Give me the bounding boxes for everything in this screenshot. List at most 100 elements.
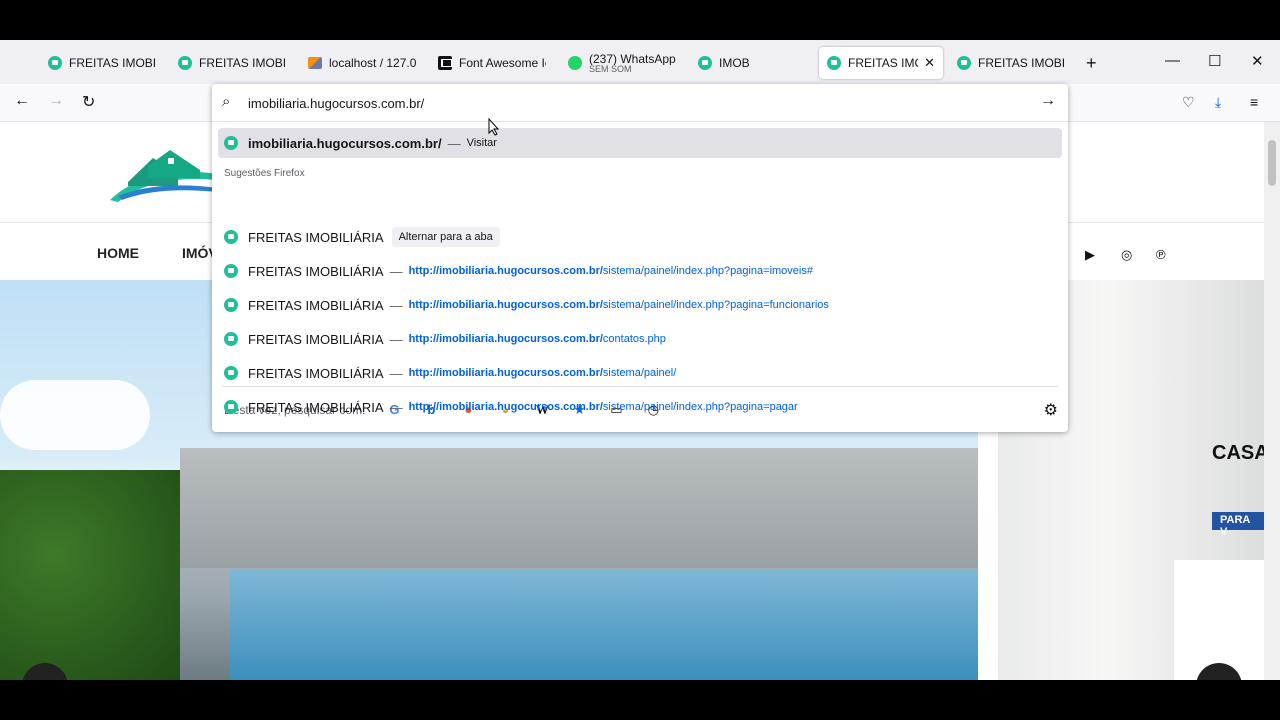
result-url: http://imobiliaria.hugocursos.com.br/sis… xyxy=(409,367,677,379)
result-title: FREITAS IMOBILIÁRIA xyxy=(248,229,384,245)
tab-freitas-3[interactable]: FREITAS IMOBILIÁ xyxy=(949,47,1073,79)
tab-label: FREITAS IMOBIL xyxy=(848,56,918,70)
result-suggestion[interactable]: FREITAS IMOBILIÁRIA — http://imobiliaria… xyxy=(218,256,1062,286)
result-url: http://imobiliaria.hugocursos.com.br/sis… xyxy=(409,401,798,413)
minimize-icon[interactable]: — xyxy=(1165,52,1180,69)
house-icon xyxy=(224,264,238,278)
close-tab-icon[interactable]: ✕ xyxy=(924,55,935,71)
sea-view xyxy=(230,570,978,680)
result-url: http://imobiliaria.hugocursos.com.br/sis… xyxy=(409,265,813,277)
result-title: FREITAS IMOBILIÁRIA xyxy=(248,365,384,381)
url-path: contatos.php xyxy=(602,333,666,345)
tab-freitas-active[interactable]: FREITAS IMOBIL ✕ xyxy=(819,47,943,79)
result-url: http://imobiliaria.hugocursos.com.br/con… xyxy=(409,333,666,345)
tab-strip: FREITAS IMOBILIÁ FREITAS IMOBILIÁ localh… xyxy=(0,40,1280,84)
house-icon xyxy=(48,56,62,70)
house-icon xyxy=(178,56,192,70)
house-icon xyxy=(224,136,238,150)
url-host: http://imobiliaria.hugocursos.com.br/ xyxy=(408,265,603,277)
tab-label: FREITAS IMOBILIÁ xyxy=(69,56,156,70)
suggestions-heading: Sugestões Firefox xyxy=(224,168,305,179)
result-title: FREITAS IMOBILIÁRIA xyxy=(248,263,384,279)
url-input-value[interactable]: imobiliaria.hugocursos.com.br/ xyxy=(248,96,424,111)
house-icon xyxy=(224,298,238,312)
page-scrollbar[interactable] xyxy=(1264,122,1280,680)
house-icon xyxy=(224,366,238,380)
result-suggestion[interactable]: FREITAS IMOBILIÁRIA — http://imobiliaria… xyxy=(218,358,1062,388)
result-title: FREITAS IMOBILIÁRIA xyxy=(248,297,384,313)
building-wall xyxy=(180,448,978,568)
result-action: Visitar xyxy=(466,137,497,149)
result-switch-tab[interactable]: FREITAS IMOBILIÁRIA Alternar para a aba xyxy=(218,222,1062,252)
separator: — xyxy=(447,135,461,151)
pocket-icon[interactable]: ♡ xyxy=(1182,94,1195,111)
house-icon xyxy=(698,56,712,70)
search-icon: ⌕ xyxy=(222,93,231,110)
tab-muted-label: SEM SOM xyxy=(589,63,632,74)
result-title: FREITAS IMOBILIÁRIA xyxy=(248,331,384,347)
tab-freitas-2[interactable]: FREITAS IMOBILIÁ xyxy=(170,47,294,79)
side-slide-title: CASA xyxy=(1212,442,1269,464)
maximize-icon[interactable]: ☐ xyxy=(1208,52,1221,70)
separator: — xyxy=(389,297,403,313)
url-path: sistema/painel/index.php?pagina=pagar xyxy=(602,401,798,413)
phpmyadmin-icon xyxy=(308,57,322,69)
separator: — xyxy=(389,331,403,347)
tab-label: Font Awesome Ico xyxy=(459,56,546,70)
scrollbar-thumb[interactable] xyxy=(1268,140,1276,186)
browser-window: FREITAS IMOBILIÁ FREITAS IMOBILIÁ localh… xyxy=(0,40,1280,680)
tab-imob[interactable]: IMOB xyxy=(690,47,814,79)
new-tab-icon[interactable]: + xyxy=(1086,53,1097,74)
url-path: sistema/painel/index.php?pagina=imoveis# xyxy=(602,265,813,277)
site-logo[interactable] xyxy=(108,144,218,204)
tab-localhost[interactable]: localhost / 127.0.0 xyxy=(300,47,424,79)
result-suggestion[interactable]: FREITAS IMOBILIÁRIA — http://imobiliaria… xyxy=(218,290,1062,320)
result-title: imobiliaria.hugocursos.com.br/ xyxy=(248,135,442,151)
url-path: sistema/painel/index.php?pagina=funciona… xyxy=(602,299,829,311)
side-slide-badge: PARA V xyxy=(1212,512,1264,538)
separator: — xyxy=(389,399,403,415)
house-icon xyxy=(827,56,841,70)
fontawesome-icon xyxy=(438,56,452,70)
forward-icon[interactable]: → xyxy=(48,92,64,110)
urlbar-dropdown: ⌕ imobiliaria.hugocursos.com.br/ → imobi… xyxy=(212,84,1068,432)
whatsapp-icon xyxy=(568,56,582,70)
switch-to-tab-chip[interactable]: Alternar para a aba xyxy=(391,227,500,247)
tab-label: FREITAS IMOBILIÁ xyxy=(978,56,1065,70)
tab-font-awesome[interactable]: Font Awesome Ico xyxy=(430,47,554,79)
separator: — xyxy=(389,263,403,279)
youtube-icon[interactable]: ▶ xyxy=(1085,247,1095,263)
url-host: http://imobiliaria.hugocursos.com.br/ xyxy=(408,401,603,413)
instagram-icon[interactable]: ◎ xyxy=(1121,247,1132,263)
house-icon xyxy=(224,230,238,244)
separator: — xyxy=(389,365,403,381)
close-window-icon[interactable]: ✕ xyxy=(1251,52,1264,70)
result-suggestion[interactable]: FREITAS IMOBILIÁRIA — http://imobiliaria… xyxy=(218,324,1062,354)
nav-home-link[interactable]: HOME xyxy=(97,245,139,261)
go-arrow-icon[interactable]: → xyxy=(1040,92,1056,110)
cloud-shape xyxy=(0,380,150,450)
mouse-cursor-icon xyxy=(488,118,500,136)
url-path: sistema/painel/ xyxy=(602,367,677,379)
url-host: http://imobiliaria.hugocursos.com.br/ xyxy=(408,367,603,379)
house-icon xyxy=(224,332,238,346)
url-host: http://imobiliaria.hugocursos.com.br/ xyxy=(408,299,603,311)
house-icon xyxy=(957,56,971,70)
tab-label: (237) WhatsApp xyxy=(589,52,676,65)
tab-label: FREITAS IMOBILIÁ xyxy=(199,56,286,70)
tab-label: localhost / 127.0.0 xyxy=(329,56,416,70)
tab-label: IMOB xyxy=(719,56,750,70)
tab-freitas-1[interactable]: FREITAS IMOBILIÁ xyxy=(40,47,164,79)
result-title: FREITAS IMOBILIÁRIA xyxy=(248,399,384,415)
back-icon[interactable]: ← xyxy=(14,92,30,110)
result-visit[interactable]: imobiliaria.hugocursos.com.br/ — Visitar xyxy=(218,128,1062,158)
result-url: http://imobiliaria.hugocursos.com.br/sis… xyxy=(409,299,829,311)
url-input[interactable]: ⌕ imobiliaria.hugocursos.com.br/ → xyxy=(212,84,1068,122)
reload-icon[interactable]: ↻ xyxy=(82,92,95,112)
result-suggestion[interactable]: FREITAS IMOBILIÁRIA — http://imobiliaria.h… xyxy=(218,392,1062,422)
menu-icon[interactable]: ≡ xyxy=(1250,94,1258,110)
url-host: http://imobiliaria.hugocursos.com.br/ xyxy=(408,333,603,345)
pinterest-icon[interactable]: ℗ xyxy=(1156,247,1166,262)
tab-whatsapp[interactable]: (237) WhatsApp SEM SOM xyxy=(560,47,684,79)
download-icon[interactable]: ⤓ xyxy=(1215,94,1221,111)
